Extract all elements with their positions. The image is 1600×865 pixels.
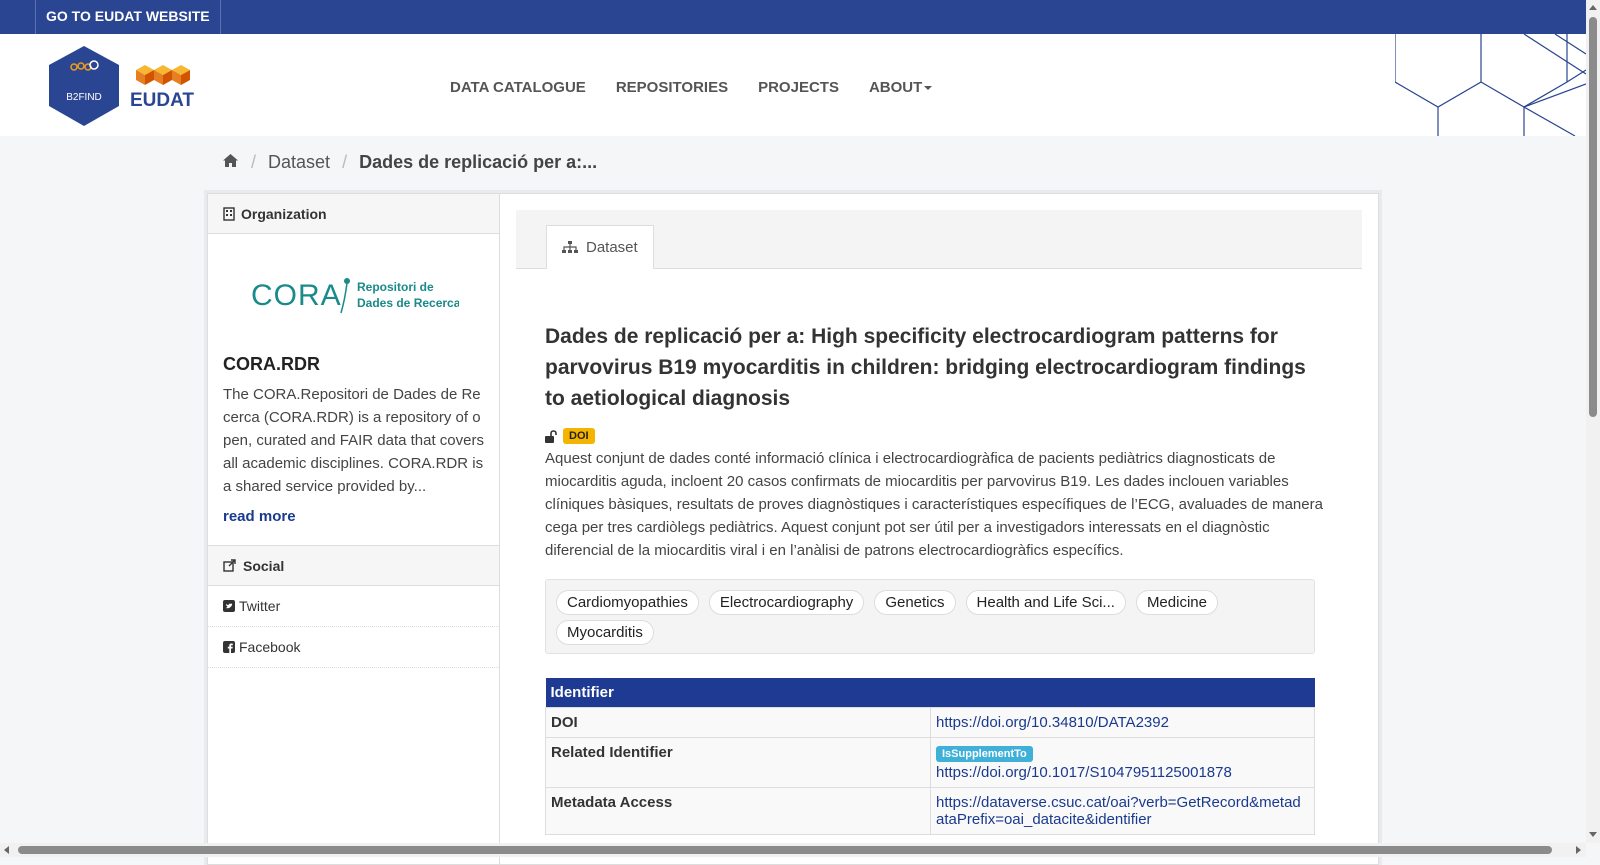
organization-description: The CORA.Repositori de Dades de Recerca … bbox=[223, 386, 484, 495]
eudat-label: EUDAT bbox=[130, 90, 194, 111]
breadcrumb-current: Dades de replicació per a:... bbox=[359, 152, 598, 172]
tag-item[interactable]: Electrocardiography bbox=[708, 590, 865, 615]
caret-down-icon bbox=[924, 86, 933, 91]
tag-item[interactable]: Cardiomyopathies bbox=[556, 590, 699, 615]
table-row: Metadata Access https://dataverse.csuc.c… bbox=[545, 787, 1315, 835]
tag-list: Cardiomyopathies Electrocardiography Gen… bbox=[545, 579, 1315, 654]
eudat-cubes-icon bbox=[136, 65, 190, 85]
nav-about-label: ABOUT bbox=[868, 79, 923, 96]
site-header: B2FIND EUDAT DATA CATALOGUE REPOSITORIES… bbox=[0, 34, 1586, 136]
breadcrumb-separator: / bbox=[251, 152, 257, 172]
cora-logo-line1: Repositori de bbox=[357, 280, 434, 294]
metadata-access-link[interactable]: https://dataverse.csuc.cat/oai?verb=GetR… bbox=[936, 794, 1301, 828]
scroll-down-icon[interactable] bbox=[1589, 832, 1597, 837]
sitemap-icon bbox=[562, 241, 578, 253]
scroll-right-icon[interactable] bbox=[1576, 846, 1581, 854]
home-icon[interactable] bbox=[222, 152, 239, 173]
social-heading-label: Social bbox=[243, 557, 285, 574]
facebook-link[interactable]: Facebook bbox=[208, 627, 499, 668]
horizontal-scroll-thumb[interactable] bbox=[18, 846, 1552, 854]
nav-projects[interactable]: PROJECTS bbox=[758, 79, 839, 96]
cora-logo-text: CORA bbox=[251, 279, 342, 312]
main-nav: DATA CATALOGUE REPOSITORIES PROJECTS ABO… bbox=[450, 79, 933, 96]
scroll-up-icon[interactable] bbox=[1589, 5, 1597, 10]
scroll-left-icon[interactable] bbox=[4, 846, 9, 854]
vertical-scroll-thumb[interactable] bbox=[1589, 17, 1597, 417]
metadata-access-label: Metadata Access bbox=[545, 787, 931, 835]
relation-type-badge: IsSupplementTo bbox=[936, 746, 1033, 762]
go-to-eudat-link[interactable]: GO TO EUDAT WEBSITE bbox=[35, 0, 221, 34]
doi-badge: DOI bbox=[563, 428, 595, 444]
organization-name: CORA.RDR bbox=[223, 354, 320, 374]
table-row: DOI https://doi.org/10.34810/DATA2392 bbox=[545, 707, 1315, 738]
twitter-icon bbox=[223, 600, 235, 612]
building-icon bbox=[223, 206, 235, 221]
cora-logo-line2: Dades de Recerca bbox=[357, 296, 459, 310]
twitter-link[interactable]: Twitter bbox=[208, 586, 499, 627]
nav-data-catalogue[interactable]: DATA CATALOGUE bbox=[450, 79, 586, 96]
breadcrumb-dataset[interactable]: Dataset bbox=[268, 152, 330, 173]
access-badges: DOI bbox=[545, 428, 595, 444]
decorative-hexagon-pattern bbox=[1395, 34, 1586, 136]
unlock-icon bbox=[545, 429, 557, 443]
dataset-content: Dataset Dades de replicació per a: High … bbox=[500, 194, 1377, 864]
table-row: Related Identifier IsSupplementTo https:… bbox=[545, 737, 1315, 788]
sidebar: Organization CORA Repositori de Dades de… bbox=[208, 194, 500, 864]
b2find-eudat-logo[interactable]: B2FIND EUDAT bbox=[48, 44, 203, 128]
vertical-scrollbar[interactable] bbox=[1586, 0, 1600, 843]
tab-bar: Dataset bbox=[516, 210, 1362, 269]
nav-repositories[interactable]: REPOSITORIES bbox=[616, 79, 728, 96]
breadcrumb-separator: / bbox=[342, 152, 348, 172]
organization-heading: Organization bbox=[208, 194, 499, 234]
doi-link[interactable]: https://doi.org/10.34810/DATA2392 bbox=[936, 714, 1169, 731]
dataset-title: Dades de replicació per a: High specific… bbox=[545, 325, 1306, 410]
top-bar: GO TO EUDAT WEBSITE bbox=[0, 0, 1586, 34]
tag-item[interactable]: Medicine bbox=[1135, 590, 1218, 615]
read-more-link[interactable]: read more bbox=[223, 508, 484, 525]
breadcrumb: / Dataset / Dades de replicació per a:..… bbox=[222, 152, 597, 173]
share-icon bbox=[223, 559, 236, 572]
identifier-table: Identifier DOI https://doi.org/10.34810/… bbox=[545, 678, 1315, 835]
facebook-label: Facebook bbox=[239, 639, 301, 655]
twitter-label: Twitter bbox=[239, 598, 281, 614]
related-identifier-label: Related Identifier bbox=[545, 737, 931, 788]
dataset-description: Aquest conjunt de dades conté informació… bbox=[545, 450, 1323, 559]
nav-about[interactable]: ABOUT bbox=[868, 79, 933, 96]
tab-dataset[interactable]: Dataset bbox=[546, 225, 654, 269]
b2find-label: B2FIND bbox=[66, 92, 102, 103]
horizontal-scrollbar[interactable] bbox=[0, 843, 1586, 857]
tag-item[interactable]: Genetics bbox=[874, 590, 956, 615]
tag-item[interactable]: Health and Life Sci... bbox=[965, 590, 1126, 615]
facebook-icon bbox=[223, 641, 235, 653]
main-container: Organization CORA Repositori de Dades de… bbox=[207, 193, 1379, 865]
organization-logo[interactable]: CORA Repositori de Dades de Recerca bbox=[208, 234, 499, 354]
organization-heading-label: Organization bbox=[241, 205, 327, 222]
tab-dataset-label: Dataset bbox=[586, 239, 638, 256]
social-heading: Social bbox=[208, 545, 499, 586]
b2find-hexagon bbox=[49, 46, 119, 126]
tag-item[interactable]: Myocarditis bbox=[556, 620, 654, 645]
doi-label: DOI bbox=[545, 707, 931, 738]
identifier-table-heading: Identifier bbox=[545, 678, 1315, 708]
related-identifier-link[interactable]: https://doi.org/10.1017/S104795112500187… bbox=[936, 764, 1232, 781]
